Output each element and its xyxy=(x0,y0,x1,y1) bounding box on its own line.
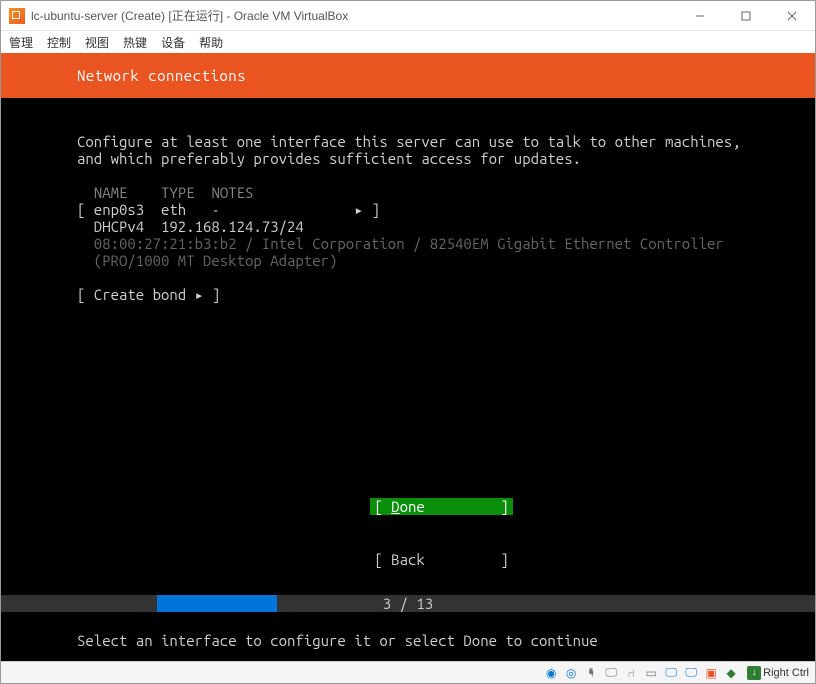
host-key-indicator[interactable]: ↓ Right Ctrl xyxy=(743,666,809,680)
menu-help[interactable]: 帮助 xyxy=(199,34,223,51)
host-key-label: Right Ctrl xyxy=(763,667,809,679)
menu-manage[interactable]: 管理 xyxy=(9,34,33,51)
menubar: 管理 控制 视图 热键 设备 帮助 xyxy=(1,31,815,53)
dhcp-row: DHCPv4 192.168.124.73/24 xyxy=(77,218,304,235)
hardware-line-2: (PRO/1000 MT Desktop Adapter) xyxy=(77,252,337,269)
menu-view[interactable]: 视图 xyxy=(85,34,109,51)
intro-line-2: and which preferably provides sufficient… xyxy=(77,150,581,167)
installer-body: Configure at least one interface this se… xyxy=(1,98,815,303)
installer-header: Network connections xyxy=(1,53,815,98)
progress-fill xyxy=(157,595,277,612)
interface-row[interactable]: [ enp0s3 eth - ▸ ] xyxy=(77,201,380,218)
hostkey-arrow-icon: ↓ xyxy=(747,666,761,680)
progress-bar: 3 / 13 xyxy=(1,595,815,612)
column-headers: NAME TYPE NOTES xyxy=(77,184,253,201)
installer-footer: [ Done ] [ Back ] 3 / 13 Select an inter… xyxy=(1,481,815,661)
statusbar: ◉ ◎ 🖣 🖵 ⑁ ▭ 🖵 🖵 ▣ ◆ ↓ Right Ctrl xyxy=(1,661,815,683)
display-icon[interactable]: 🖵 xyxy=(663,665,679,681)
window-buttons xyxy=(677,1,815,31)
hint-text: Select an interface to configure it or s… xyxy=(1,612,815,661)
shared-folders-icon[interactable]: ▭ xyxy=(643,665,659,681)
recording-icon[interactable]: 🖵 xyxy=(683,665,699,681)
audio-icon[interactable]: 🖣 xyxy=(583,665,599,681)
vm-display[interactable]: Network connections Configure at least o… xyxy=(1,53,815,661)
network-icon[interactable]: 🖵 xyxy=(603,665,619,681)
back-button[interactable]: [ Back ] xyxy=(370,551,512,568)
close-icon xyxy=(787,11,797,21)
optical-disk-icon[interactable]: ◎ xyxy=(563,665,579,681)
maximize-icon xyxy=(741,11,751,21)
intro-line-1: Configure at least one interface this se… xyxy=(77,133,741,150)
hardware-line-1: 08:00:27:21:b3:b2 / Intel Corporation / … xyxy=(77,235,724,252)
vm-state-icon[interactable]: ▣ xyxy=(703,665,719,681)
menu-control[interactable]: 控制 xyxy=(47,34,71,51)
done-button[interactable]: [ Done ] xyxy=(370,498,512,515)
create-bond-button[interactable]: [ Create bond ▸ ] xyxy=(77,286,220,303)
menu-hotkeys[interactable]: 热键 xyxy=(123,34,147,51)
maximize-button[interactable] xyxy=(723,1,769,31)
minimize-icon xyxy=(695,11,705,21)
usb-icon[interactable]: ⑁ xyxy=(623,665,639,681)
menu-devices[interactable]: 设备 xyxy=(161,34,185,51)
virtualbox-app-icon xyxy=(9,8,25,24)
hard-disk-icon[interactable]: ◉ xyxy=(543,665,559,681)
mouse-integration-icon[interactable]: ◆ xyxy=(723,665,739,681)
window-title: lc-ubuntu-server (Create) [正在运行] - Oracl… xyxy=(31,7,348,24)
progress-text: 3 / 13 xyxy=(383,595,433,612)
minimize-button[interactable] xyxy=(677,1,723,31)
titlebar: lc-ubuntu-server (Create) [正在运行] - Oracl… xyxy=(1,1,815,31)
close-button[interactable] xyxy=(769,1,815,31)
virtualbox-window: lc-ubuntu-server (Create) [正在运行] - Oracl… xyxy=(0,0,816,684)
